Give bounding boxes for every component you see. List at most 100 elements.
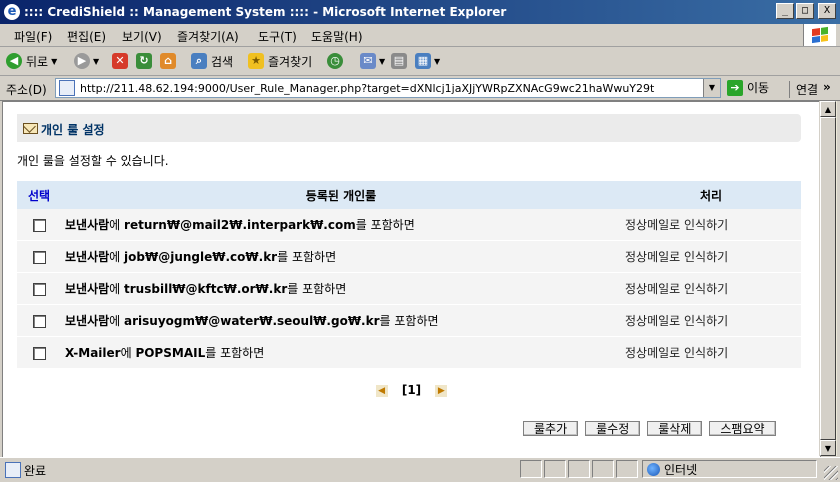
menu-tools[interactable]: 도구(T): [258, 28, 297, 45]
edit-rule-button[interactable]: 룰수정: [585, 421, 641, 436]
page-done-icon: [5, 462, 21, 478]
rule-value: arisuyogm₩@water₩.seoul₩.go₩.kr: [124, 314, 380, 328]
history-icon: ◷: [327, 53, 343, 69]
menu-favorites[interactable]: 즐겨찾기(A): [177, 28, 239, 45]
back-arrow-icon: ◀: [6, 53, 22, 69]
edit-page-button[interactable]: ▦ ▼: [415, 51, 440, 71]
chevron-down-icon: ▼: [434, 56, 441, 66]
home-button[interactable]: ⌂: [160, 51, 176, 71]
search-icon: ⌕: [191, 53, 207, 69]
table-row: X-Mailer에 POPSMAIL를 포함하면 정상메일로 인식하기: [17, 336, 801, 369]
ie-logo-icon: e: [4, 4, 20, 20]
prev-page-icon[interactable]: ◀: [375, 384, 388, 397]
chevron-down-icon: ▼: [51, 56, 58, 66]
status-pane: [520, 460, 542, 478]
status-pane: [568, 460, 590, 478]
row-checkbox[interactable]: [32, 282, 46, 296]
spam-summary-button[interactable]: 스팸요약: [709, 421, 776, 436]
rule-value: job₩@jungle₩.co₩.kr: [124, 250, 278, 264]
page-icon: [59, 80, 75, 96]
rule-value: return₩@mail2₩.interpark₩.com: [124, 218, 356, 232]
rules-table: 선택 등록된 개인룰 처리 보낸사람에 return₩@mail2₩.inter…: [17, 181, 801, 369]
current-page[interactable]: [1]: [402, 383, 421, 397]
star-icon: ★: [248, 53, 264, 69]
history-button[interactable]: ◷: [327, 51, 343, 71]
back-button[interactable]: ◀ 뒤로 ▼: [6, 51, 57, 71]
print-icon: ▤: [391, 53, 407, 69]
column-header-rule: 등록된 개인룰: [61, 181, 621, 209]
rule-action: 정상메일로 인식하기: [621, 272, 801, 305]
status-pane: [544, 460, 566, 478]
refresh-button[interactable]: ↻: [136, 51, 152, 71]
vertical-scrollbar[interactable]: ▲ ▼: [819, 101, 837, 456]
chevron-down-icon: ▼: [379, 56, 386, 66]
security-zone: 인터넷: [642, 460, 817, 478]
mail-icon: ✉: [360, 53, 376, 69]
minimize-button[interactable]: _: [776, 3, 794, 19]
add-rule-button[interactable]: 룰추가: [523, 421, 579, 436]
go-button[interactable]: ➔ 이동: [727, 79, 769, 96]
menu-bar: 파일(F) 편집(E) 보기(V) 즐겨찾기(A) 도구(T) 도움말(H): [0, 24, 840, 47]
edit-page-icon: ▦: [415, 53, 431, 69]
status-panes: [520, 460, 638, 478]
search-button[interactable]: ⌕ 검색: [191, 51, 233, 71]
table-row: 보낸사람에 job₩@jungle₩.co₩.kr를 포함하면 정상메일로 인식…: [17, 240, 801, 273]
address-field-wrapper: ▼: [55, 78, 721, 98]
status-pane: [592, 460, 614, 478]
print-button[interactable]: ▤: [391, 51, 407, 71]
scroll-down-icon[interactable]: ▼: [820, 440, 836, 456]
rule-particle: 에: [109, 314, 125, 328]
rule-suffix: 를 포함하면: [287, 282, 347, 296]
column-header-select: 선택: [17, 181, 61, 209]
address-dropdown-button[interactable]: ▼: [703, 79, 720, 97]
title-bar: e :::: CrediShield :: Management System …: [0, 0, 840, 24]
row-checkbox[interactable]: [32, 314, 46, 328]
forward-button[interactable]: ▶ ▼: [74, 51, 99, 71]
favorites-button[interactable]: ★ 즐겨찾기: [248, 51, 312, 71]
rule-field: 보낸사람: [65, 314, 110, 328]
mail-button[interactable]: ✉ ▼: [360, 51, 385, 71]
address-input[interactable]: [78, 80, 702, 96]
envelope-icon: [23, 123, 38, 134]
rule-action: 정상메일로 인식하기: [621, 240, 801, 273]
status-text: 완료: [24, 464, 47, 478]
menu-view[interactable]: 보기(V): [122, 28, 162, 45]
menu-file[interactable]: 파일(F): [14, 28, 52, 45]
delete-rule-button[interactable]: 룰삭제: [647, 421, 703, 436]
close-button[interactable]: X: [818, 3, 836, 19]
row-checkbox[interactable]: [32, 218, 46, 232]
refresh-icon: ↻: [136, 53, 152, 69]
menu-edit[interactable]: 편집(E): [67, 28, 106, 45]
stop-button[interactable]: ✕: [112, 51, 128, 71]
section-header: 개인 룰 설정: [17, 114, 801, 142]
home-icon: ⌂: [160, 53, 176, 69]
rule-suffix: 를 포함하면: [277, 250, 337, 264]
forward-arrow-icon: ▶: [74, 53, 90, 69]
row-checkbox[interactable]: [32, 346, 46, 360]
stop-icon: ✕: [112, 53, 128, 69]
go-label: 이동: [747, 81, 770, 95]
rule-field: X-Mailer: [65, 346, 121, 360]
rule-particle: 에: [120, 346, 136, 360]
links-button[interactable]: 연결: [789, 81, 818, 98]
maximize-button[interactable]: □: [796, 3, 814, 19]
search-label: 검색: [211, 54, 234, 69]
links-chevron-icon[interactable]: »: [823, 80, 831, 94]
scroll-thumb[interactable]: [820, 117, 836, 440]
globe-icon: [647, 462, 660, 476]
row-checkbox[interactable]: [32, 250, 46, 264]
rule-particle: 에: [109, 250, 125, 264]
menu-help[interactable]: 도움말(H): [311, 28, 363, 45]
rule-field: 보낸사람: [65, 250, 110, 264]
table-header-row: 선택 등록된 개인룰 처리: [17, 181, 801, 209]
go-arrow-icon: ➔: [727, 79, 743, 96]
scroll-up-icon[interactable]: ▲: [820, 101, 836, 117]
window-controls: _ □ X: [776, 3, 836, 19]
next-page-icon[interactable]: ▶: [435, 384, 448, 397]
page-description: 개인 룰을 설정할 수 있습니다.: [17, 154, 169, 168]
resize-grip-icon[interactable]: [824, 466, 838, 480]
table-row: 보낸사람에 arisuyogm₩@water₩.seoul₩.go₩.kr를 포…: [17, 304, 801, 337]
window-title: :::: CrediShield :: Management System ::…: [24, 5, 507, 19]
toolbar: ◀ 뒤로 ▼ ▶ ▼ ✕ ↻ ⌂ ⌕ 검색 ★ 즐겨찾기 ◷ ✉ ▼ ▤ ▦ ▼: [0, 47, 840, 76]
favorites-label: 즐겨찾기: [268, 54, 313, 69]
